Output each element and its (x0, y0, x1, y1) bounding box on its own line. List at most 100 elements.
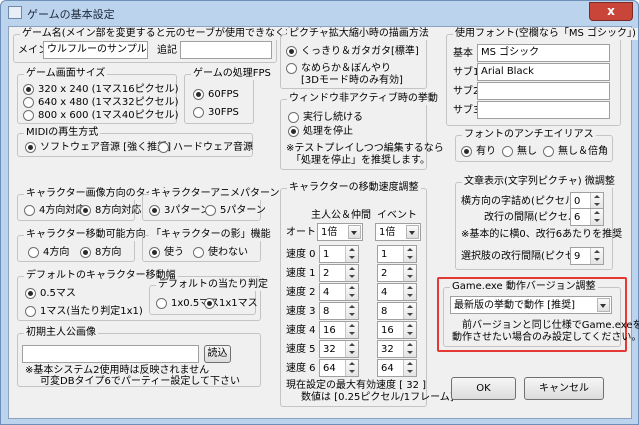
app-icon (8, 6, 22, 19)
spin-arrows-icon[interactable] (403, 246, 416, 262)
fps-option-30[interactable]: 30FPS (193, 106, 239, 119)
font-input-base[interactable]: MS ゴシック (477, 44, 610, 62)
spin-arrows-icon[interactable] (403, 284, 416, 300)
spin-arrows-icon[interactable] (590, 193, 603, 209)
midi-option-software[interactable]: ソフトウェア音源 [強く推奨] (25, 141, 171, 154)
speed-event-stepper[interactable]: 8 (377, 302, 417, 320)
speed-event-stepper[interactable]: 4 (377, 283, 417, 301)
font-label-sub3: サブ3 (453, 105, 480, 116)
antialias-option-on[interactable]: 有り (461, 145, 496, 158)
char-move-option-8[interactable]: 8方向 (80, 246, 121, 259)
version-title: Game.exe 動作バージョン調整 (450, 281, 598, 293)
default-move-option-half[interactable]: 0.5マス (25, 287, 76, 300)
dialog-window: ゲームの基本設定 x ゲーム名(メイン部を変更すると元のセーブが使用できなくなり… (0, 0, 639, 425)
spin-arrows-icon[interactable] (403, 360, 416, 376)
inactive-option-continue[interactable]: 実行し続ける (288, 111, 363, 124)
spin-arrows-icon[interactable] (345, 322, 358, 338)
char-anim-title: キャラクターアニメパターン (149, 188, 282, 200)
text-hspace-label: 横方向の字詰め(ピクセル) (461, 196, 579, 207)
antialias-option-off[interactable]: 無し (502, 145, 537, 158)
hero-image-group: 初期主人公画像 読込 ※基本システム2使用時は反映されません 可変DBタイプ6で… (17, 327, 261, 387)
speed-hero-stepper[interactable]: 1 (319, 245, 359, 263)
char-anim-option-5[interactable]: 5パターン (205, 204, 266, 217)
hero-image-input[interactable] (22, 345, 199, 363)
antialias-option-double[interactable]: 無し＆倍角 (543, 145, 608, 158)
fonts-group: 使用フォント(空欄なら「MS ゴシック」) 基本 MS ゴシック サブ1 Ari… (446, 28, 638, 126)
version-select[interactable]: 最新版の挙動で動作 [推奨] (450, 296, 612, 314)
char-shadow-option-nouse[interactable]: 使わない (193, 246, 248, 259)
speed-value: 2 (323, 268, 330, 279)
speed-hero-stepper[interactable]: 2 (319, 264, 359, 282)
speed-hero-stepper[interactable]: 8 (319, 302, 359, 320)
version-note-2: 動作させたい場合のみ設定してください。 (452, 332, 639, 343)
char-shadow-title: 「キャラクターの影」機能 (149, 229, 273, 241)
speed-value: 64 (381, 363, 394, 374)
screen-size-option-800[interactable]: 800 x 600 (1マス40ピクセル) (23, 109, 179, 122)
midi-group: MIDIの再生方式 ソフトウェア音源 [強く推奨] ハードウェア音源 (17, 127, 253, 157)
speed-auto-event-select[interactable]: 1倍 (375, 223, 421, 241)
speed-row-label: 速度 3 (286, 306, 316, 317)
char-shadow-option-use[interactable]: 使う (149, 246, 184, 259)
spin-arrows-icon[interactable] (403, 341, 416, 357)
speed-auto-hero-select[interactable]: 1倍 (317, 223, 363, 241)
char-anim-option-3[interactable]: 3パターン (149, 204, 210, 217)
speed-value: 1 (323, 249, 330, 260)
spin-arrows-icon[interactable] (345, 360, 358, 376)
speed-row-label: 速度 2 (286, 287, 316, 298)
speed-hero-stepper[interactable]: 4 (319, 283, 359, 301)
spin-arrows-icon[interactable] (345, 246, 358, 262)
char-dir-option-4[interactable]: 4方向対応 (24, 204, 85, 217)
spin-arrows-icon[interactable] (345, 303, 358, 319)
spin-arrows-icon[interactable] (403, 303, 416, 319)
close-button[interactable]: x (589, 2, 633, 21)
text-display-group: 文章表示(文字列ピクチャ) 微調整 横方向の字詰め(ピクセル) 0 改行の間隔(… (455, 176, 622, 270)
speed-hero-stepper[interactable]: 16 (319, 321, 359, 339)
speed-hero-stepper[interactable]: 64 (319, 359, 359, 377)
speed-value: 16 (323, 325, 336, 336)
load-button[interactable]: 読込 (204, 345, 231, 363)
picture-mode-option-sharp[interactable]: くっきり＆ガタガタ[標準] (286, 45, 419, 58)
speed-hero-stepper[interactable]: 32 (319, 340, 359, 358)
text-linespace-stepper[interactable]: 6 (570, 208, 604, 226)
speed-event-stepper[interactable]: 16 (377, 321, 417, 339)
char-move-option-4[interactable]: 4方向 (28, 246, 69, 259)
spin-arrows-icon[interactable] (345, 341, 358, 357)
chevron-down-icon (597, 298, 610, 312)
screen-size-option-320[interactable]: 320 x 240 (1マス16ピクセル) (23, 83, 179, 96)
picture-mode-3d-note: [3Dモード時のみ有効] (301, 75, 403, 86)
spin-arrows-icon[interactable] (403, 322, 416, 338)
speed-row-label: 速度 1 (286, 268, 316, 279)
spin-arrows-icon[interactable] (590, 209, 603, 225)
default-move-option-one[interactable]: 1マス(当たり判定1x1) (25, 305, 143, 318)
spin-arrows-icon[interactable] (345, 265, 358, 281)
screen-size-title: ゲーム画面サイズ (24, 68, 108, 80)
default-move-title: デフォルトのキャラクター移動幅 (24, 270, 178, 282)
default-hit-option-one[interactable]: 1x1マス (204, 297, 258, 310)
note-input[interactable] (180, 41, 272, 59)
chevron-down-icon (348, 225, 361, 239)
cancel-button[interactable]: キャンセル (524, 377, 604, 400)
font-input-sub2[interactable] (477, 82, 610, 100)
speed-event-stepper[interactable]: 32 (377, 340, 417, 358)
spin-arrows-icon[interactable] (590, 248, 603, 264)
font-label-sub1: サブ1 (453, 67, 480, 78)
text-hspace-value: 0 (574, 196, 581, 207)
speed-event-stepper[interactable]: 64 (377, 359, 417, 377)
screen-size-option-640[interactable]: 640 x 480 (1マス32ピクセル) (23, 96, 179, 109)
font-input-sub3[interactable] (477, 101, 610, 119)
text-display-title: 文章表示(文字列ピクチャ) 微調整 (462, 176, 617, 188)
speed-event-stepper[interactable]: 1 (377, 245, 417, 263)
inactive-option-stop[interactable]: 処理を停止 (288, 125, 353, 138)
main-name-input[interactable]: ウルフルーのサンプルゲー (43, 41, 148, 59)
speed-value: 4 (323, 287, 330, 298)
spin-arrows-icon[interactable] (345, 284, 358, 300)
char-dir-option-8[interactable]: 8方向対応 (80, 204, 141, 217)
midi-option-hardware[interactable]: ハードウェア音源 (158, 141, 253, 154)
ok-button[interactable]: OK (451, 377, 516, 400)
text-choice-stepper[interactable]: 9 (570, 247, 604, 265)
speed-event-stepper[interactable]: 2 (377, 264, 417, 282)
spin-arrows-icon[interactable] (403, 265, 416, 281)
fps-option-60[interactable]: 60FPS (193, 88, 239, 101)
speed-row-label: 速度 5 (286, 344, 316, 355)
font-input-sub1[interactable]: Arial Black (477, 63, 610, 81)
